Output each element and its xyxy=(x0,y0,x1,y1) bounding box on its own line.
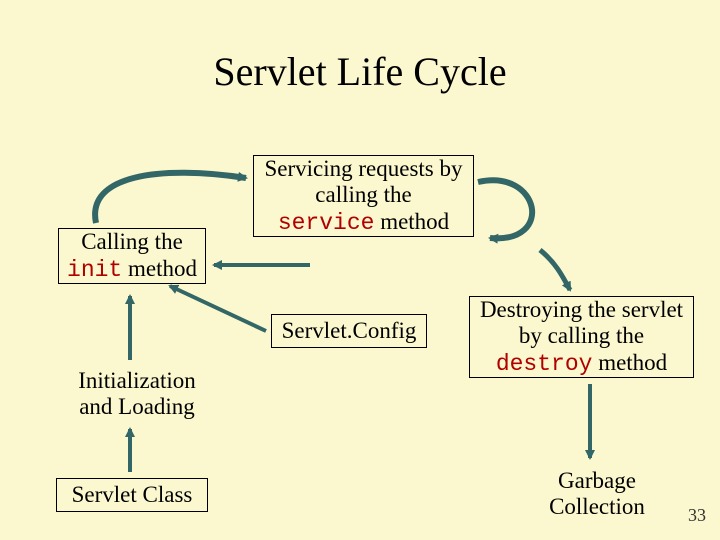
box-servlet-config: Servlet.Config xyxy=(271,314,427,348)
text-line: service method xyxy=(278,209,449,236)
slide-title: Servlet Life Cycle xyxy=(0,48,720,95)
text-line: by calling the xyxy=(519,323,644,349)
text-line: init method xyxy=(67,256,197,283)
code-init: init xyxy=(67,257,122,283)
box-destroying: Destroying the servlet by calling the de… xyxy=(469,296,694,378)
arrow-service-selfloop xyxy=(478,180,532,238)
label-garbage-collection: Garbage Collection xyxy=(532,468,662,520)
text-line: Initialization xyxy=(62,368,212,394)
text-line: Servicing requests by xyxy=(264,156,462,182)
text-line: Servlet.Config xyxy=(282,318,417,344)
text-line: Garbage xyxy=(532,468,662,494)
label-init-loading: Initialization and Loading xyxy=(62,368,212,420)
text-line: Calling the xyxy=(81,229,183,255)
text-line: Servlet Class xyxy=(72,482,193,508)
text-line: Collection xyxy=(532,494,662,520)
text-line: and Loading xyxy=(62,394,212,420)
arrow-service-to-destroy xyxy=(540,250,570,290)
text-line: calling the xyxy=(315,182,411,208)
box-servicing-requests: Servicing requests by calling the servic… xyxy=(253,155,474,237)
box-calling-init: Calling the init method xyxy=(58,228,206,284)
box-servlet-class: Servlet Class xyxy=(56,478,208,512)
arrow-callinit-to-service xyxy=(95,173,246,223)
text-inline: method xyxy=(592,350,667,375)
code-service: service xyxy=(278,210,375,236)
text-inline: method xyxy=(374,209,449,234)
text-line: Destroying the servlet xyxy=(480,297,683,323)
text-inline: method xyxy=(122,256,197,281)
page-number: 33 xyxy=(688,505,706,526)
text-line: destroy method xyxy=(496,350,667,377)
code-destroy: destroy xyxy=(496,351,593,377)
arrow-config-to-callinit xyxy=(170,286,266,331)
